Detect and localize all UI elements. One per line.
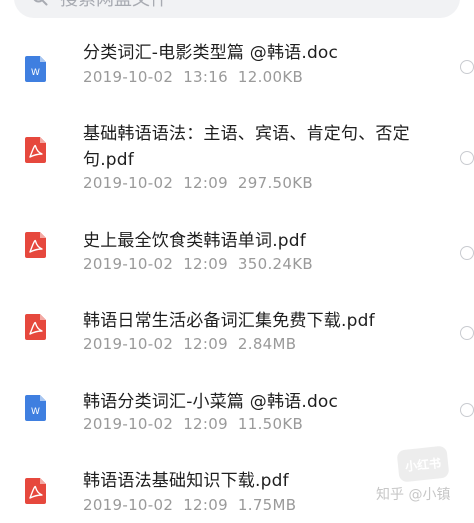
file-name: 韩语分类词汇-小菜篇 @韩语.doc xyxy=(83,392,339,412)
file-time: 12:09 xyxy=(183,496,228,514)
file-time: 12:09 xyxy=(183,174,228,192)
select-radio[interactable] xyxy=(460,151,474,165)
word-doc-icon: W xyxy=(25,395,46,421)
file-date: 2019-10-02 xyxy=(83,415,174,433)
file-time: 12:09 xyxy=(183,415,228,433)
file-time: 12:09 xyxy=(183,335,228,353)
file-meta: 2019-10-02 12:09 1.75MB xyxy=(83,496,306,514)
file-date: 2019-10-02 xyxy=(83,174,174,192)
pdf-icon xyxy=(25,137,46,163)
file-time: 12:09 xyxy=(183,255,228,273)
doc-icon-label: W xyxy=(31,68,40,78)
file-time: 13:16 xyxy=(183,68,228,86)
file-item[interactable]: 基础韩语语法：主语、宾语、肯定句、否定句.pdf 2019-10-02 12:09… xyxy=(0,121,474,199)
watermark-credit: 知乎 @小镇 xyxy=(376,487,451,503)
file-item[interactable]: W 韩语分类词汇-小菜篇 @韩语.doc 2019-10-02 12:09 11.5… xyxy=(0,389,474,441)
pdf-icon xyxy=(25,478,46,504)
file-meta: 2019-10-02 12:09 2.84MB xyxy=(83,335,306,353)
file-size: 350.24KB xyxy=(237,255,313,273)
select-radio[interactable] xyxy=(460,326,474,340)
file-meta: 2019-10-02 12:09 11.50KB xyxy=(83,415,313,433)
search-input[interactable]: 搜索网盘文件 xyxy=(60,0,168,11)
file-item[interactable]: 韩语日常生活必备词汇集免费下载.pdf 2019-10-02 12:09 2.84M… xyxy=(0,308,474,360)
file-date: 2019-10-02 xyxy=(83,68,174,86)
select-radio[interactable] xyxy=(460,60,474,74)
file-size: 11.50KB xyxy=(237,415,304,433)
file-date: 2019-10-02 xyxy=(83,496,174,514)
word-doc-icon: W xyxy=(25,56,46,82)
file-size: 2.84MB xyxy=(237,335,297,353)
search-icon xyxy=(33,0,48,6)
file-size: 1.75MB xyxy=(237,496,297,514)
file-size: 12.00KB xyxy=(237,68,304,86)
file-item[interactable]: 史上最全饮食类韩语单词.pdf 2019-10-02 12:09 350.24KB xyxy=(0,228,474,280)
file-size: 297.50KB xyxy=(237,174,313,192)
watermark-badge: 小红书 xyxy=(396,445,450,483)
select-radio[interactable] xyxy=(460,246,474,260)
file-meta: 2019-10-02 12:09 297.50KB xyxy=(83,174,323,192)
select-radio[interactable] xyxy=(460,403,474,417)
file-name: 基础韩语语法：主语、宾语、肯定句、否定句.pdf xyxy=(83,124,410,170)
file-meta: 2019-10-02 12:09 350.24KB xyxy=(83,255,323,273)
doc-icon-label: W xyxy=(31,407,40,417)
search-bar[interactable]: 搜索网盘文件 xyxy=(14,0,460,18)
file-item[interactable]: W 分类词汇-电影类型篇 @韩语.doc 2019-10-02 13:16 12.0… xyxy=(0,40,474,92)
pdf-icon xyxy=(25,314,46,340)
file-name: 韩语日常生活必备词汇集免费下载.pdf xyxy=(83,311,375,331)
file-browser-screen: 搜索网盘文件 W 分类词汇-电影类型篇 @韩语.doc 2019-10-02 13… xyxy=(0,0,474,523)
file-date: 2019-10-02 xyxy=(83,255,174,273)
pdf-icon xyxy=(25,232,46,258)
file-date: 2019-10-02 xyxy=(83,335,174,353)
file-meta: 2019-10-02 13:16 12.00KB xyxy=(83,68,313,86)
file-name: 史上最全饮食类韩语单词.pdf xyxy=(83,231,306,251)
file-name: 分类词汇-电影类型篇 @韩语.doc xyxy=(83,43,339,63)
